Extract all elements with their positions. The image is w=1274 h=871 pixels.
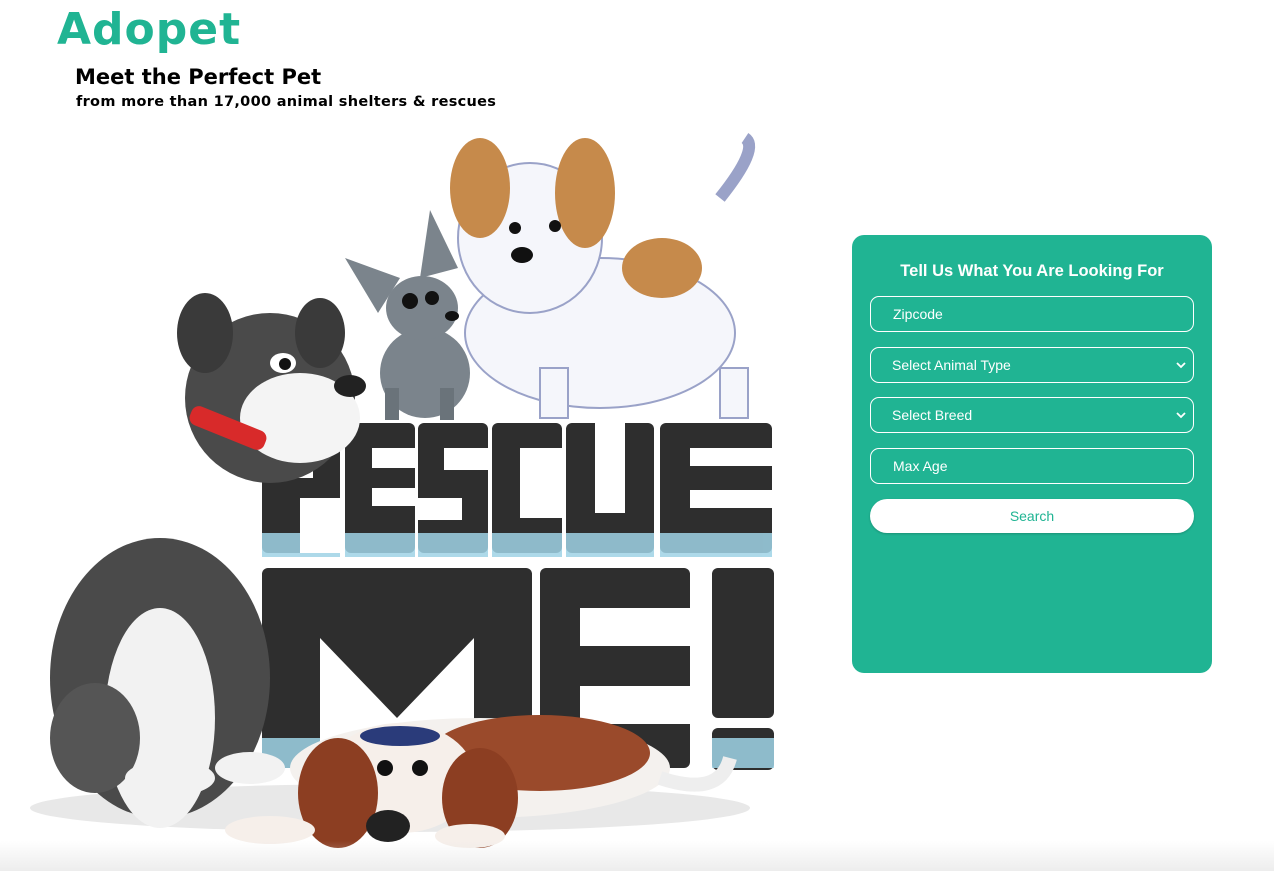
zipcode-placeholder: Zipcode: [893, 306, 943, 322]
zipcode-input[interactable]: Zipcode: [870, 296, 1194, 332]
search-button[interactable]: Search: [870, 499, 1194, 533]
pet-search-panel: Tell Us What You Are Looking For Zipcode…: [852, 235, 1212, 673]
breed-selected: Select Breed: [892, 407, 973, 423]
animal-type-select[interactable]: Select Animal Type: [870, 347, 1194, 383]
brand-logo[interactable]: Adopet: [57, 4, 241, 55]
max-age-input[interactable]: Max Age: [870, 448, 1194, 484]
page-subtagline: from more than 17,000 animal shelters & …: [76, 94, 497, 110]
animal-type-selected: Select Animal Type: [892, 357, 1011, 373]
chevron-down-icon: [1176, 362, 1186, 369]
breed-select[interactable]: Select Breed: [870, 397, 1194, 433]
page-tagline: Meet the Perfect Pet: [75, 65, 322, 89]
page-bottom-fade: [0, 841, 1274, 871]
search-panel-title: Tell Us What You Are Looking For: [900, 262, 1164, 280]
rescue-me-illustration: [0, 118, 786, 863]
chevron-down-icon: [1176, 412, 1186, 419]
max-age-placeholder: Max Age: [893, 458, 948, 474]
